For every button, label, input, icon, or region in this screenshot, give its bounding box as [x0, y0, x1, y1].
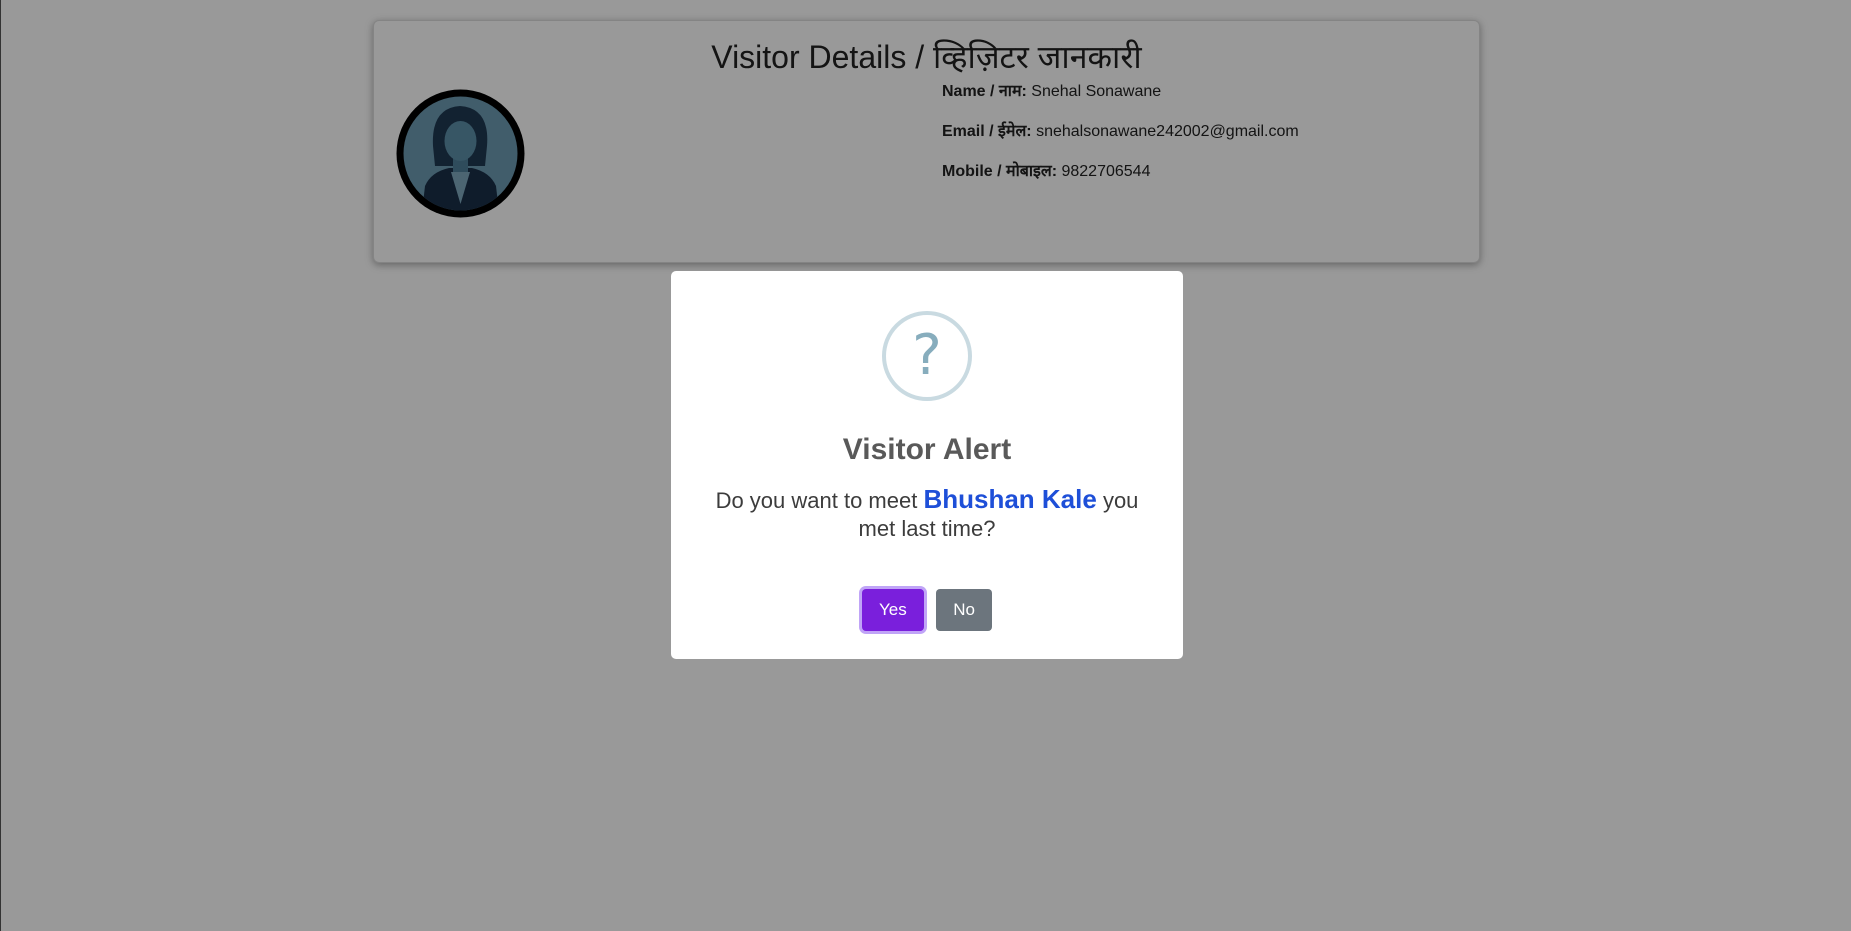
question-icon: ? — [882, 311, 972, 401]
message-text-before: Do you want to meet — [715, 488, 924, 513]
page: Visitor Details / व्हिज़िटर जानकारी Name… — [0, 0, 1851, 931]
dialog-actions: Yes No — [671, 589, 1183, 631]
visitor-alert-dialog: ? Visitor Alert Do you want to meet Bhus… — [671, 271, 1183, 659]
no-button[interactable]: No — [936, 589, 992, 631]
yes-button[interactable]: Yes — [862, 589, 924, 631]
highlighted-host-name: Bhushan Kale — [923, 484, 1097, 514]
dialog-title: Visitor Alert — [842, 433, 1012, 466]
dialog-message: Do you want to meet Bhushan Kale you met… — [701, 485, 1153, 543]
